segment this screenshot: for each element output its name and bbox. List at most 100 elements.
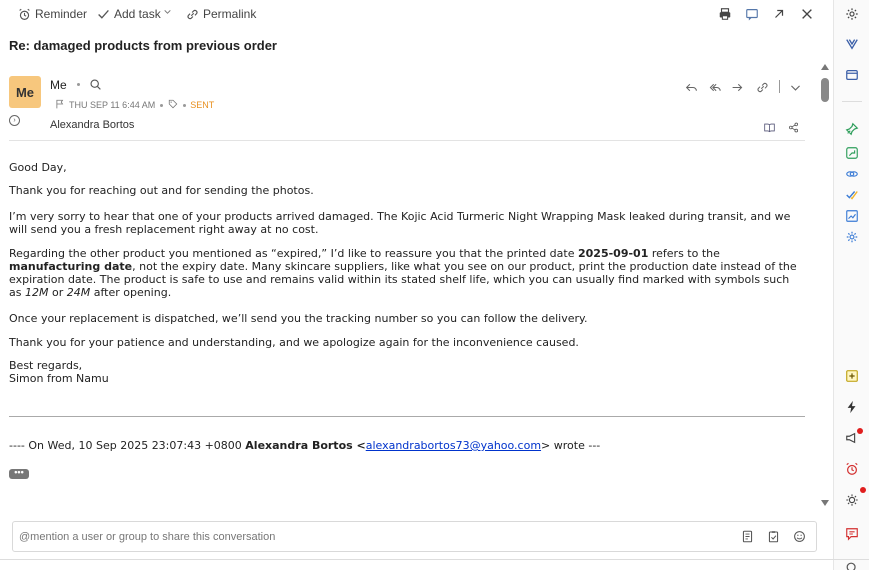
- notes-button[interactable]: [741, 530, 755, 544]
- reading-mode-button[interactable]: [764, 120, 776, 133]
- reminder-button[interactable]: Reminder: [18, 7, 87, 21]
- print-button[interactable]: [717, 6, 733, 22]
- scroll-thumb[interactable]: [821, 78, 829, 102]
- body-text-span: Regarding the other product you mentione…: [9, 247, 578, 260]
- notes-app-button[interactable]: [844, 368, 860, 384]
- more-actions-button[interactable]: [788, 80, 802, 94]
- analytics-app-button[interactable]: [844, 208, 860, 224]
- body-paragraph: Once your replacement is dispatched, we’…: [9, 312, 588, 325]
- v-logo-icon: [846, 39, 858, 50]
- copy-link-button[interactable]: [755, 80, 769, 94]
- share-button[interactable]: [788, 120, 800, 133]
- quote-divider: [9, 416, 805, 417]
- route-icon: [846, 147, 858, 159]
- separator-dot: [77, 83, 80, 86]
- inbox-app-button[interactable]: [844, 67, 860, 83]
- share-icon: [788, 122, 799, 133]
- comment-icon: [846, 528, 858, 541]
- link-icon: [187, 9, 198, 19]
- message-date: THU SEP 11 6:44 AM: [69, 100, 156, 110]
- body-text-span: after opening.: [90, 286, 172, 299]
- separator-dot: [160, 103, 164, 107]
- task-button[interactable]: [767, 530, 781, 544]
- message-meta: THU SEP 11 6:44 AM SENT: [55, 99, 214, 111]
- theme-toggle-button[interactable]: [844, 492, 860, 508]
- chevron-right-icon: ›: [13, 117, 16, 124]
- chevron-down-icon: [790, 84, 800, 91]
- chart-window-icon: [846, 210, 858, 222]
- recipient-name[interactable]: Alexandra Bortos: [50, 119, 134, 131]
- forward-button[interactable]: [730, 80, 744, 94]
- permalink-button[interactable]: Permalink: [186, 7, 256, 21]
- tasks-app-button[interactable]: [844, 187, 860, 203]
- integrations-app-button[interactable]: [844, 229, 860, 245]
- printed-date: 2025-09-01: [577, 247, 649, 260]
- header-divider: [9, 140, 805, 141]
- expand-button[interactable]: [771, 6, 787, 22]
- notification-dot: [860, 487, 866, 493]
- lightning-icon: [847, 400, 856, 414]
- status-badge: SENT: [190, 100, 215, 110]
- printer-icon: [719, 8, 731, 20]
- window-icon: [846, 70, 858, 80]
- settings-button[interactable]: [844, 6, 860, 22]
- links-app-button[interactable]: [844, 166, 860, 182]
- show-quoted-text-button[interactable]: •••: [9, 468, 29, 479]
- vortex-app-button[interactable]: [844, 36, 860, 52]
- quote-bracket: <: [352, 439, 366, 452]
- cog-blue-icon: [846, 231, 858, 243]
- pin-icon: [845, 122, 859, 136]
- quote-sender-email-link[interactable]: alexandrabortos73@yahoo.com: [366, 439, 541, 452]
- chain-icon: [846, 171, 858, 177]
- quote-prefix: ---- On Wed, 10 Sep 2025 23:07:43 +0800: [9, 439, 246, 452]
- arrow-up-right-icon: [775, 9, 784, 18]
- reply-all-icon: [709, 83, 721, 91]
- search-icon: [90, 79, 101, 90]
- shelf-life-12m: 12M: [24, 286, 49, 299]
- link-icon: [757, 82, 767, 92]
- email-subject: Re: damaged products from previous order: [9, 38, 277, 53]
- alarm-clock-icon: [19, 8, 30, 20]
- reminders-button[interactable]: [844, 461, 860, 477]
- shelf-life-24m: 24M: [66, 286, 91, 299]
- sun-icon: [846, 494, 858, 506]
- reply-all-button[interactable]: [707, 80, 721, 94]
- manufacturing-date-emphasis: manufacturing date: [9, 260, 133, 273]
- add-task-button[interactable]: Add task: [97, 7, 161, 21]
- bottom-divider: [0, 559, 869, 560]
- emoji-button[interactable]: [793, 530, 807, 544]
- flag-button[interactable]: [55, 99, 65, 111]
- route-app-button[interactable]: [844, 145, 860, 161]
- body-text-span: refers to the: [648, 247, 720, 260]
- close-button[interactable]: [799, 6, 815, 22]
- pin-app-button[interactable]: [844, 121, 860, 137]
- double-check-icon: [846, 191, 858, 200]
- body-greeting: Good Day,: [9, 161, 67, 174]
- scroll-up-arrow[interactable]: [821, 64, 829, 70]
- popout-button[interactable]: [744, 6, 760, 22]
- sender-name[interactable]: Me: [50, 78, 67, 92]
- comment-input[interactable]: [19, 529, 719, 545]
- search-button[interactable]: [844, 560, 860, 570]
- body-paragraph: I’m very sorry to hear that one of your …: [9, 210, 791, 236]
- tag-button[interactable]: [168, 99, 178, 111]
- feedback-button[interactable]: [844, 526, 860, 542]
- scrollbar[interactable]: [819, 62, 831, 510]
- reminder-label: Reminder: [35, 7, 88, 21]
- quick-actions-button[interactable]: [844, 399, 860, 415]
- add-task-label: Add task: [114, 7, 161, 21]
- reply-icon: [685, 83, 697, 91]
- alarm-clock-icon: [846, 462, 858, 475]
- search-button[interactable]: [89, 78, 103, 92]
- quoted-header: ---- On Wed, 10 Sep 2025 23:07:43 +0800 …: [9, 439, 804, 452]
- message-toolbar: Reminder Add task Permalink: [0, 0, 832, 28]
- add-task-dropdown[interactable]: [163, 7, 176, 16]
- tag-icon: [169, 99, 178, 109]
- quote-suffix: > wrote ---: [541, 439, 601, 452]
- scroll-down-arrow[interactable]: [821, 500, 829, 506]
- book-icon: [764, 123, 775, 133]
- reply-button[interactable]: [684, 80, 698, 94]
- body-paragraph: Thank you for reaching out and for sendi…: [9, 184, 314, 197]
- avatar[interactable]: Me: [9, 76, 41, 108]
- expand-recipients-button[interactable]: ›: [9, 115, 20, 126]
